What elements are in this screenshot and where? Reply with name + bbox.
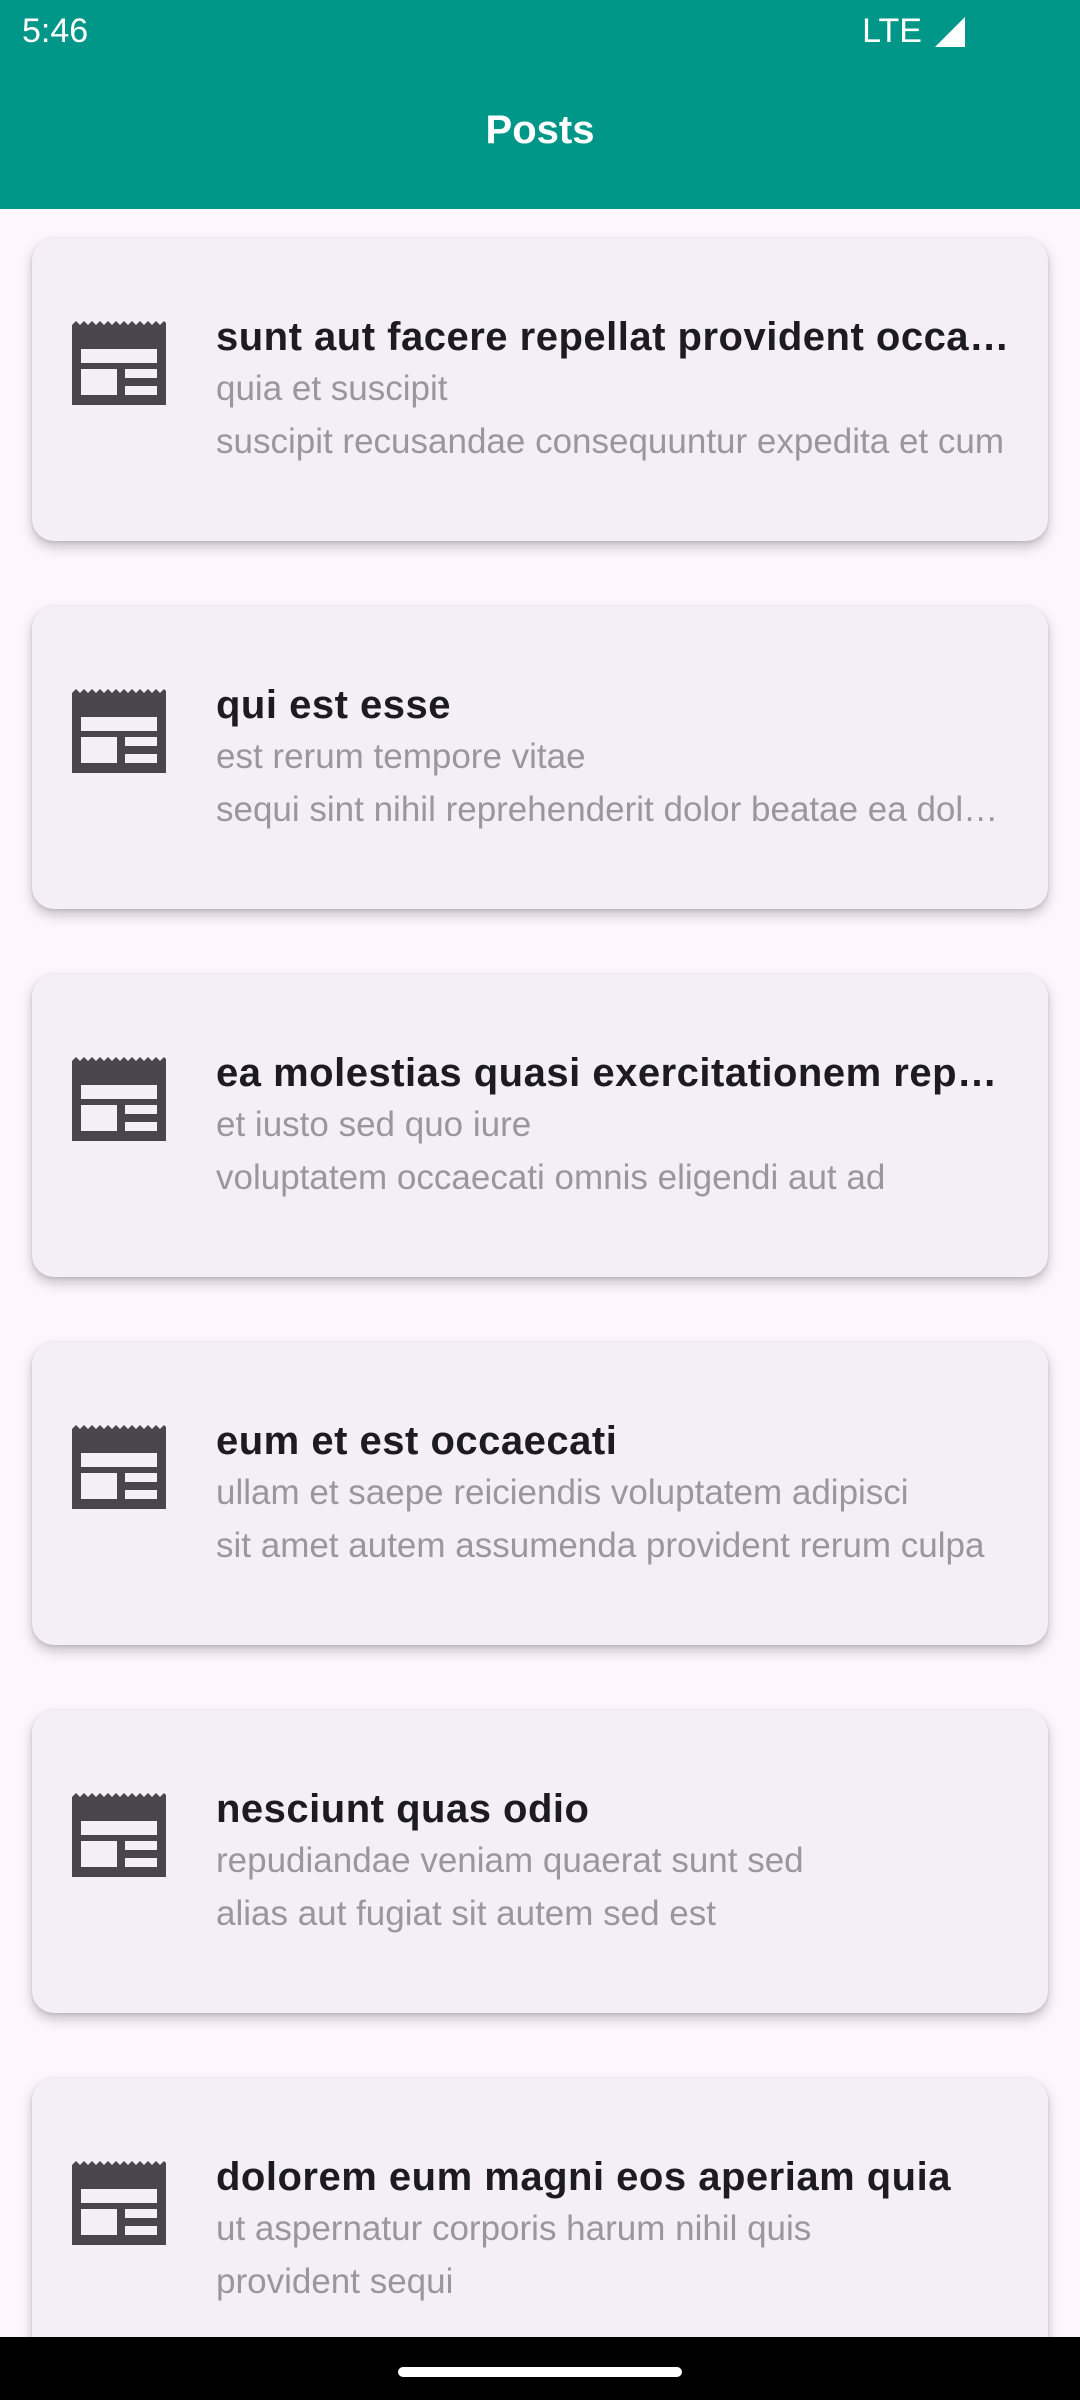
signal-icon bbox=[935, 16, 965, 47]
post-title: nesciunt quas odio bbox=[216, 1787, 590, 1831]
network-type: LTE bbox=[862, 12, 922, 50]
post-body-line-2: voluptatem occaecati omnis eligendi aut … bbox=[216, 1158, 886, 1197]
post-card[interactable]: nesciunt quas odio repudiandae veniam qu… bbox=[32, 1710, 1048, 2013]
article-icon bbox=[72, 1057, 166, 1141]
status-indicators: LTE bbox=[862, 12, 968, 51]
post-body-line-1: et iusto sed quo iure bbox=[216, 1105, 532, 1144]
article-icon bbox=[72, 689, 166, 773]
post-title: qui est esse bbox=[216, 683, 452, 727]
home-gesture-handle[interactable] bbox=[398, 2367, 682, 2377]
post-body-line-2: alias aut fugiat sit autem sed est bbox=[216, 1894, 716, 1933]
post-card[interactable]: eum et est occaecati ullam et saepe reic… bbox=[32, 1342, 1048, 1645]
system-navigation-bar bbox=[0, 2337, 1080, 2400]
post-title: ea molestias quasi exercitationem repell… bbox=[216, 1051, 1016, 1095]
article-icon bbox=[72, 1793, 166, 1877]
post-body-line-2: suscipit recusandae consequuntur expedit… bbox=[216, 422, 1004, 461]
post-body-line-2: sequi sint nihil reprehenderit dolor bea… bbox=[216, 790, 1016, 829]
post-card[interactable]: dolorem eum magni eos aperiam quia ut as… bbox=[32, 2078, 1048, 2337]
app-bar: 5:46 LTE Posts bbox=[0, 0, 1080, 209]
post-card[interactable]: qui est esse est rerum tempore vitae seq… bbox=[32, 606, 1048, 909]
post-body-line-1: est rerum tempore vitae bbox=[216, 737, 586, 776]
article-icon bbox=[72, 321, 166, 405]
status-time: 5:46 bbox=[22, 12, 89, 50]
post-body-line-1: ut aspernatur corporis harum nihil quis bbox=[216, 2209, 812, 2248]
post-title: dolorem eum magni eos aperiam quia bbox=[216, 2155, 951, 2199]
post-title: sunt aut facere repellat provident occae… bbox=[216, 315, 1016, 359]
post-card[interactable]: sunt aut facere repellat provident occae… bbox=[32, 238, 1048, 541]
page-title: Posts bbox=[485, 108, 595, 152]
post-body-line-1: quia et suscipit bbox=[216, 369, 448, 408]
post-card[interactable]: ea molestias quasi exercitationem repell… bbox=[32, 974, 1048, 1277]
post-body-line-1: ullam et saepe reiciendis voluptatem adi… bbox=[216, 1473, 909, 1512]
post-body-line-1: repudiandae veniam quaerat sunt sed bbox=[216, 1841, 804, 1880]
posts-list[interactable]: sunt aut facere repellat provident occae… bbox=[0, 209, 1080, 2337]
article-icon bbox=[72, 1425, 166, 1509]
post-body-line-2: sit amet autem assumenda provident rerum… bbox=[216, 1526, 985, 1565]
post-title: eum et est occaecati bbox=[216, 1419, 618, 1463]
post-body-line-2: provident sequi bbox=[216, 2262, 454, 2301]
article-icon bbox=[72, 2161, 166, 2245]
